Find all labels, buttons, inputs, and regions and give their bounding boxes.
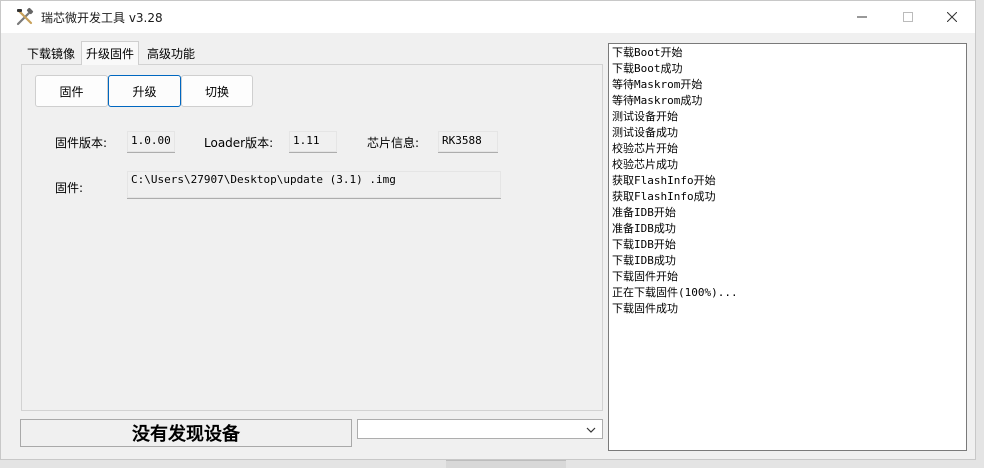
- tab-advanced-functions[interactable]: 高级功能: [143, 43, 200, 65]
- log-line: 下载IDB开始: [612, 238, 676, 251]
- tools-icon: [15, 7, 35, 27]
- desktop-backdrop: [976, 0, 984, 468]
- subtab-firmware[interactable]: 固件: [35, 75, 108, 107]
- device-select[interactable]: [357, 419, 603, 439]
- log-line: 校验芯片开始: [612, 142, 678, 155]
- minimize-button[interactable]: [839, 1, 885, 33]
- close-icon: [947, 12, 957, 22]
- title-bar: 瑞芯微开发工具 v3.28: [1, 1, 975, 33]
- log-line: 准备IDB开始: [612, 206, 676, 219]
- tab-upgrade-firmware[interactable]: 升级固件: [81, 41, 140, 65]
- log-line: 获取FlashInfo开始: [612, 174, 716, 187]
- log-line: 准备IDB成功: [612, 222, 676, 235]
- loader-version-label: Loader版本:: [204, 136, 274, 150]
- device-status: 没有发现设备: [20, 419, 352, 447]
- minimize-icon: [857, 16, 867, 18]
- subtab-upgrade[interactable]: 升级: [108, 75, 181, 107]
- firmware-version-label: 固件版本:: [55, 136, 108, 150]
- upgrade-panel: [21, 64, 603, 411]
- log-line: 测试设备开始: [612, 110, 678, 123]
- close-button[interactable]: [929, 1, 975, 33]
- chip-info-label: 芯片信息:: [367, 136, 420, 150]
- log-line: 下载Boot开始: [612, 46, 683, 59]
- chevron-down-icon: [586, 424, 596, 438]
- chip-info-field: RK3588: [438, 131, 498, 153]
- window-title: 瑞芯微开发工具 v3.28: [41, 11, 163, 25]
- maximize-button[interactable]: [885, 1, 931, 33]
- tab-download-image[interactable]: 下载镜像: [23, 43, 80, 65]
- app-window: 瑞芯微开发工具 v3.28 下载镜像 升级固件 高级功能 固件 升级 切换 固件…: [0, 0, 976, 460]
- log-line: 等待Maskrom成功: [612, 94, 703, 107]
- firmware-label: 固件:: [55, 181, 84, 195]
- log-line: 测试设备成功: [612, 126, 678, 139]
- subtab-switch[interactable]: 切换: [181, 75, 253, 107]
- firmware-version-field: 1.0.00: [127, 131, 175, 153]
- background-window-fragment: [446, 460, 566, 468]
- log-line: 下载IDB成功: [612, 254, 676, 267]
- log-line: 下载固件开始: [612, 270, 678, 283]
- maximize-icon: [903, 12, 913, 22]
- log-line: 下载Boot成功: [612, 62, 683, 75]
- loader-version-field: 1.11: [289, 131, 337, 153]
- log-line: 下载固件成功: [612, 302, 678, 315]
- firmware-path-field[interactable]: C:\Users\27907\Desktop\update (3.1) .img: [127, 171, 501, 199]
- log-output[interactable]: 下载Boot开始 下载Boot成功 等待Maskrom开始 等待Maskrom成…: [608, 43, 967, 451]
- device-status-text: 没有发现设备: [132, 424, 240, 445]
- log-line: 获取FlashInfo成功: [612, 190, 716, 203]
- log-line: 校验芯片成功: [612, 158, 678, 171]
- log-line: 正在下载固件(100%)...: [612, 286, 738, 299]
- log-line: 等待Maskrom开始: [612, 78, 703, 91]
